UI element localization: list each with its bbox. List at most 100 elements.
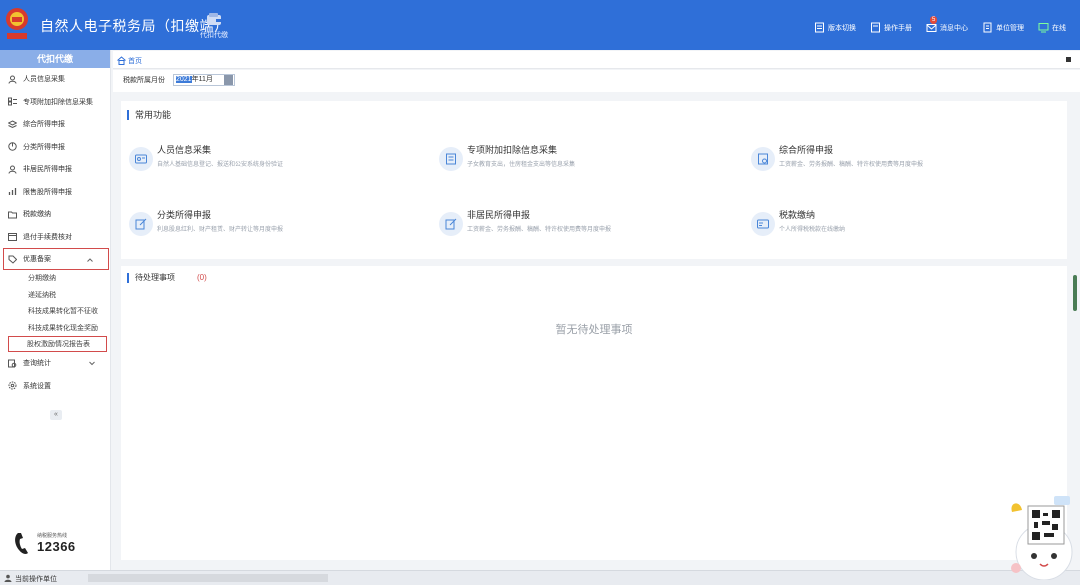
- form-icon: [439, 147, 463, 171]
- sidebar-header: 代扣代缴: [0, 50, 110, 68]
- breadcrumb-home[interactable]: 首页: [128, 56, 142, 66]
- pie-icon: [8, 142, 17, 151]
- online-status-label: 在线: [1052, 24, 1066, 32]
- submenu-item-tech-exempt[interactable]: 科技成果转化暂不征收: [0, 303, 110, 320]
- manual-label: 操作手册: [884, 24, 912, 32]
- sidebar-item-tax-payment[interactable]: 税款缴纳: [0, 203, 110, 226]
- sidebar-item-label: 退付手续费核对: [23, 233, 72, 241]
- sidebar-item-system-settings[interactable]: 系统设置: [0, 375, 110, 398]
- func-desc: 自然人基础信息登记、报送和公安系统身份验证: [157, 162, 284, 168]
- sidebar-item-label: 优惠备案: [23, 256, 51, 263]
- func-desc: 个人所得税税款在线缴纳: [779, 227, 846, 233]
- id-card-icon: [129, 147, 153, 171]
- sidebar-item-restricted-shares[interactable]: 限售股所得申报: [0, 181, 110, 204]
- todo-count: (0): [197, 273, 207, 282]
- period-dropdown-button[interactable]: [224, 75, 233, 85]
- sidebar-item-label: 查询统计: [23, 360, 51, 368]
- sidebar-item-label: 人员信息采集: [23, 76, 65, 84]
- func-desc: 工资薪金、劳务报酬、稿酬、特许权使用费等月度申报: [467, 227, 612, 233]
- sidebar-item-label: 分类所得申报: [23, 143, 65, 151]
- module-withholding[interactable]: 代扣代缴: [196, 12, 232, 40]
- tag-icon: [8, 255, 17, 264]
- report-icon: [751, 147, 775, 171]
- version-switch-button[interactable]: 版本切换: [814, 22, 856, 33]
- sidebar-item-classified-income[interactable]: 分类所得申报: [0, 136, 110, 159]
- func-special-deduction[interactable]: 专项附加扣除信息采集 子女教育支出，住房租金支出等信息采集: [439, 143, 729, 177]
- func-tax-payment[interactable]: 税款缴纳 个人所得税税款在线缴纳: [751, 208, 1041, 242]
- sidebar-item-label: 专项附加扣除信息采集: [23, 98, 93, 106]
- sidebar-item-refund-fee[interactable]: 退付手续费核对: [0, 226, 110, 249]
- chevron-up-icon: [87, 258, 93, 262]
- tax-emblem-logo: [6, 8, 28, 39]
- search-document-icon: [8, 359, 17, 368]
- func-nonresident[interactable]: 非居民所得申报 工资薪金、劳务报酬、稿酬、特许权使用费等月度申报: [439, 208, 729, 242]
- online-status-button[interactable]: 在线: [1038, 22, 1066, 33]
- current-unit-value: [88, 574, 328, 582]
- func-title: 税款缴纳: [779, 210, 816, 220]
- person-icon: [8, 165, 17, 174]
- app-header: 自然人电子税务局（扣缴端） 代扣代缴 版本切换 操作手册 5 消息中心 单位管理: [0, 0, 1080, 50]
- bar-chart-icon: [8, 188, 17, 196]
- common-functions-title: 常用功能: [127, 110, 171, 120]
- sidebar-item-special-deduction[interactable]: 专项附加扣除信息采集: [0, 91, 110, 114]
- submenu-item-equity-incentive-report[interactable]: 股权激励情况报告表: [8, 336, 107, 352]
- func-desc: 工资薪金、劳务报酬、稿酬、特许权使用费等月度申报: [779, 162, 924, 168]
- sidebar-collapse-button[interactable]: «: [50, 410, 62, 420]
- manual-button[interactable]: 操作手册: [870, 22, 912, 33]
- period-label: 税款所属月份: [123, 77, 165, 84]
- vertical-scrollbar[interactable]: [1071, 101, 1079, 561]
- hotline-caption: 纳税服务热线: [37, 533, 68, 539]
- book-icon: [871, 22, 880, 33]
- period-selector-row: 税款所属月份 2021年11月: [113, 70, 1080, 92]
- sidebar-item-label: 综合所得申报: [23, 121, 65, 129]
- wallet-icon: [207, 13, 221, 25]
- todo-empty-message: 暂无待处理事项: [555, 324, 633, 336]
- func-desc: 子女教育支出，住房租金支出等信息采集: [467, 162, 576, 168]
- sidebar-item-personnel[interactable]: 人员信息采集: [0, 68, 110, 91]
- period-month: 年11月: [191, 76, 213, 83]
- todo-panel: 待处理事项 (0) 暂无待处理事项: [121, 266, 1067, 560]
- restore-window-icon[interactable]: [1066, 57, 1071, 62]
- gear-icon: [8, 381, 17, 390]
- monitor-icon: [1038, 23, 1049, 33]
- sidebar-item-label: 限售股所得申报: [23, 188, 72, 196]
- hotline-number: 12366: [37, 539, 76, 554]
- func-title: 综合所得申报: [779, 145, 834, 155]
- func-title: 非居民所得申报: [467, 210, 531, 220]
- unit-manage-button[interactable]: 单位管理: [982, 22, 1024, 33]
- user-icon: [4, 574, 12, 582]
- func-comprehensive-income[interactable]: 综合所得申报 工资薪金、劳务报酬、稿酬、特许权使用费等月度申报: [751, 143, 1041, 177]
- payment-card-icon: [751, 212, 775, 236]
- unit-manage-label: 单位管理: [996, 24, 1024, 32]
- func-classified-income[interactable]: 分类所得申报 利息股息红利、财产租赁、财产转让等月度申报: [129, 208, 419, 242]
- chevron-down-icon: [89, 361, 95, 366]
- sidebar-item-nonresident[interactable]: 非居民所得申报: [0, 158, 110, 181]
- func-personnel-collection[interactable]: 人员信息采集 自然人基础信息登记、报送和公安系统身份验证: [129, 143, 419, 177]
- building-icon: [983, 22, 992, 33]
- common-functions-panel: 常用功能 人员信息采集 自然人基础信息登记、报送和公安系统身份验证 专项附加扣除…: [121, 101, 1067, 259]
- folder-icon: [8, 211, 17, 219]
- sidebar-item-label: 非居民所得申报: [23, 166, 72, 174]
- document-icon: [815, 22, 824, 33]
- message-center-button[interactable]: 5 消息中心: [926, 16, 968, 33]
- breadcrumb: 首页: [113, 51, 1080, 69]
- phone-handset-icon: [15, 533, 28, 554]
- edit-icon: [129, 212, 153, 236]
- submenu-item-deferred-tax[interactable]: 递延纳税: [0, 287, 110, 304]
- scrollbar-thumb[interactable]: [1073, 275, 1077, 311]
- func-title: 分类所得申报: [157, 210, 212, 220]
- sidebar: 代扣代缴 人员信息采集 专项附加扣除信息采集 综合所得申报 分类所得申报 非居民…: [0, 50, 111, 570]
- submenu-item-installment[interactable]: 分期缴纳: [0, 270, 110, 287]
- sidebar-item-query-stats[interactable]: 查询统计: [0, 352, 110, 375]
- list-icon: [8, 97, 17, 106]
- func-title: 专项附加扣除信息采集: [467, 145, 558, 155]
- user-icon: [8, 75, 17, 84]
- status-bar: 当前操作单位: [0, 570, 1080, 585]
- submenu-item-tech-cash-reward[interactable]: 科技成果转化现金奖励: [0, 320, 110, 337]
- func-title: 人员信息采集: [157, 145, 212, 155]
- message-center-label: 消息中心: [940, 24, 968, 32]
- sidebar-item-preferential-filing[interactable]: 优惠备案: [3, 248, 109, 270]
- current-unit-label: 当前操作单位: [15, 576, 57, 583]
- mascot-qr-widget[interactable]: [1004, 494, 1078, 580]
- sidebar-item-comprehensive-income[interactable]: 综合所得申报: [0, 113, 110, 136]
